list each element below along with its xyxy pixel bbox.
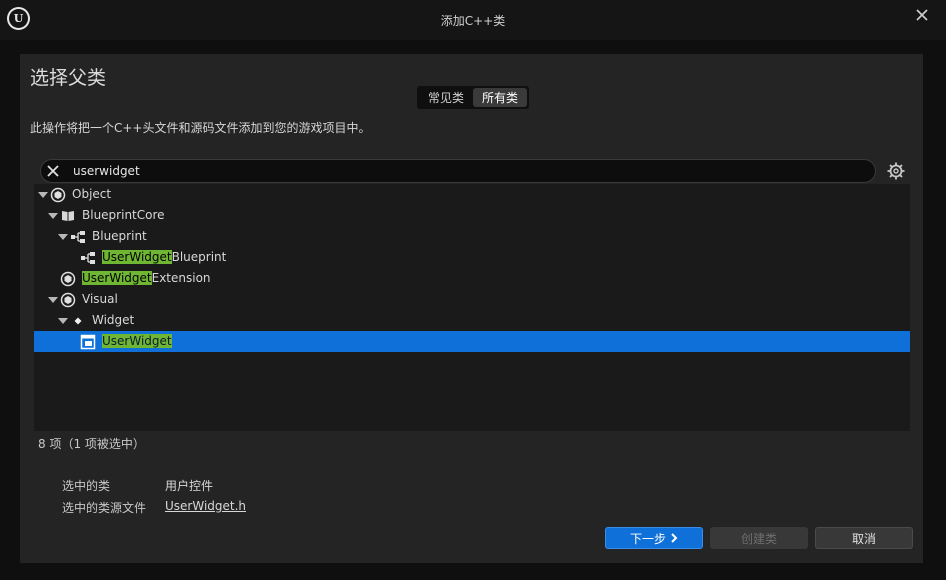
widget-icon xyxy=(80,334,96,350)
tree-row-label: BlueprintCore xyxy=(82,208,165,222)
class-tree[interactable]: Object BlueprintCore Blueprint UserWidge… xyxy=(34,184,910,431)
source-file-link[interactable]: UserWidget.h xyxy=(165,499,246,513)
title-bar: U 添加C++类 xyxy=(0,0,946,40)
hierarchy-icon xyxy=(71,231,85,243)
chevron-right-icon xyxy=(671,533,678,543)
tree-row-label: Object xyxy=(72,187,112,201)
book-icon xyxy=(62,211,74,221)
tree-row-label: UserWidgetBlueprint xyxy=(102,250,227,264)
item-count-status: 8 项（1 项被选中） xyxy=(38,437,145,451)
class-icon xyxy=(60,271,76,287)
close-icon[interactable] xyxy=(914,7,930,23)
clear-search-icon[interactable] xyxy=(45,163,61,179)
class-icon xyxy=(60,292,76,308)
tree-row-userwidgetextension[interactable]: UserWidgetExtension xyxy=(34,268,910,289)
hierarchy-icon xyxy=(81,252,95,264)
create-class-button[interactable]: 创建类 xyxy=(710,527,808,549)
selected-class-value: 用户控件 xyxy=(165,479,214,493)
tree-row-label: UserWidgetExtension xyxy=(82,271,211,285)
tree-row-label: UserWidget xyxy=(102,334,172,348)
gear-icon[interactable] xyxy=(886,161,906,181)
chevron-down-icon[interactable] xyxy=(48,297,58,303)
dialog-panel: 选择父类 常见类 所有类 此操作将把一个C++头文件和源码文件添加到您的游戏项目… xyxy=(20,54,923,563)
tree-row-userwidgetblueprint[interactable]: UserWidgetBlueprint xyxy=(34,247,910,268)
chevron-down-icon[interactable] xyxy=(38,192,48,198)
tree-row-label: Blueprint xyxy=(92,229,147,243)
diamond-icon xyxy=(74,317,82,325)
search-match-highlight: UserWidget xyxy=(82,271,152,285)
tree-row-label: Widget xyxy=(92,313,135,327)
chevron-down-icon[interactable] xyxy=(58,318,68,324)
description-text: 此操作将把一个C++头文件和源码文件添加到您的游戏项目中。 xyxy=(30,121,371,135)
next-button[interactable]: 下一步 xyxy=(605,527,703,549)
search-input[interactable]: userwidget xyxy=(40,159,876,183)
search-match-highlight: UserWidget xyxy=(102,250,172,264)
chevron-down-icon[interactable] xyxy=(48,213,58,219)
tree-row-label: Visual xyxy=(82,292,118,306)
selected-class-label: 选中的类 xyxy=(62,479,111,493)
class-icon xyxy=(50,187,66,203)
tab-all-classes[interactable]: 所有类 xyxy=(473,88,527,107)
tree-row-object[interactable]: Object xyxy=(34,184,910,205)
cancel-button[interactable]: 取消 xyxy=(815,527,913,549)
tab-common-classes[interactable]: 常见类 xyxy=(419,88,473,107)
chevron-down-icon[interactable] xyxy=(58,234,68,240)
page-heading: 选择父类 xyxy=(30,67,107,89)
tree-row-widget[interactable]: Widget xyxy=(34,310,910,331)
search-match-highlight: UserWidget xyxy=(102,334,172,348)
tree-row-blueprint[interactable]: Blueprint xyxy=(34,226,910,247)
class-filter-tabs: 常见类 所有类 xyxy=(417,86,529,109)
window-title: 添加C++类 xyxy=(440,14,506,28)
search-value: userwidget xyxy=(73,164,140,178)
tree-row-visual[interactable]: Visual xyxy=(34,289,910,310)
tree-row-userwidget[interactable]: UserWidget xyxy=(34,331,910,352)
tree-row-blueprintcore[interactable]: BlueprintCore xyxy=(34,205,910,226)
source-file-label: 选中的类源文件 xyxy=(62,501,147,515)
